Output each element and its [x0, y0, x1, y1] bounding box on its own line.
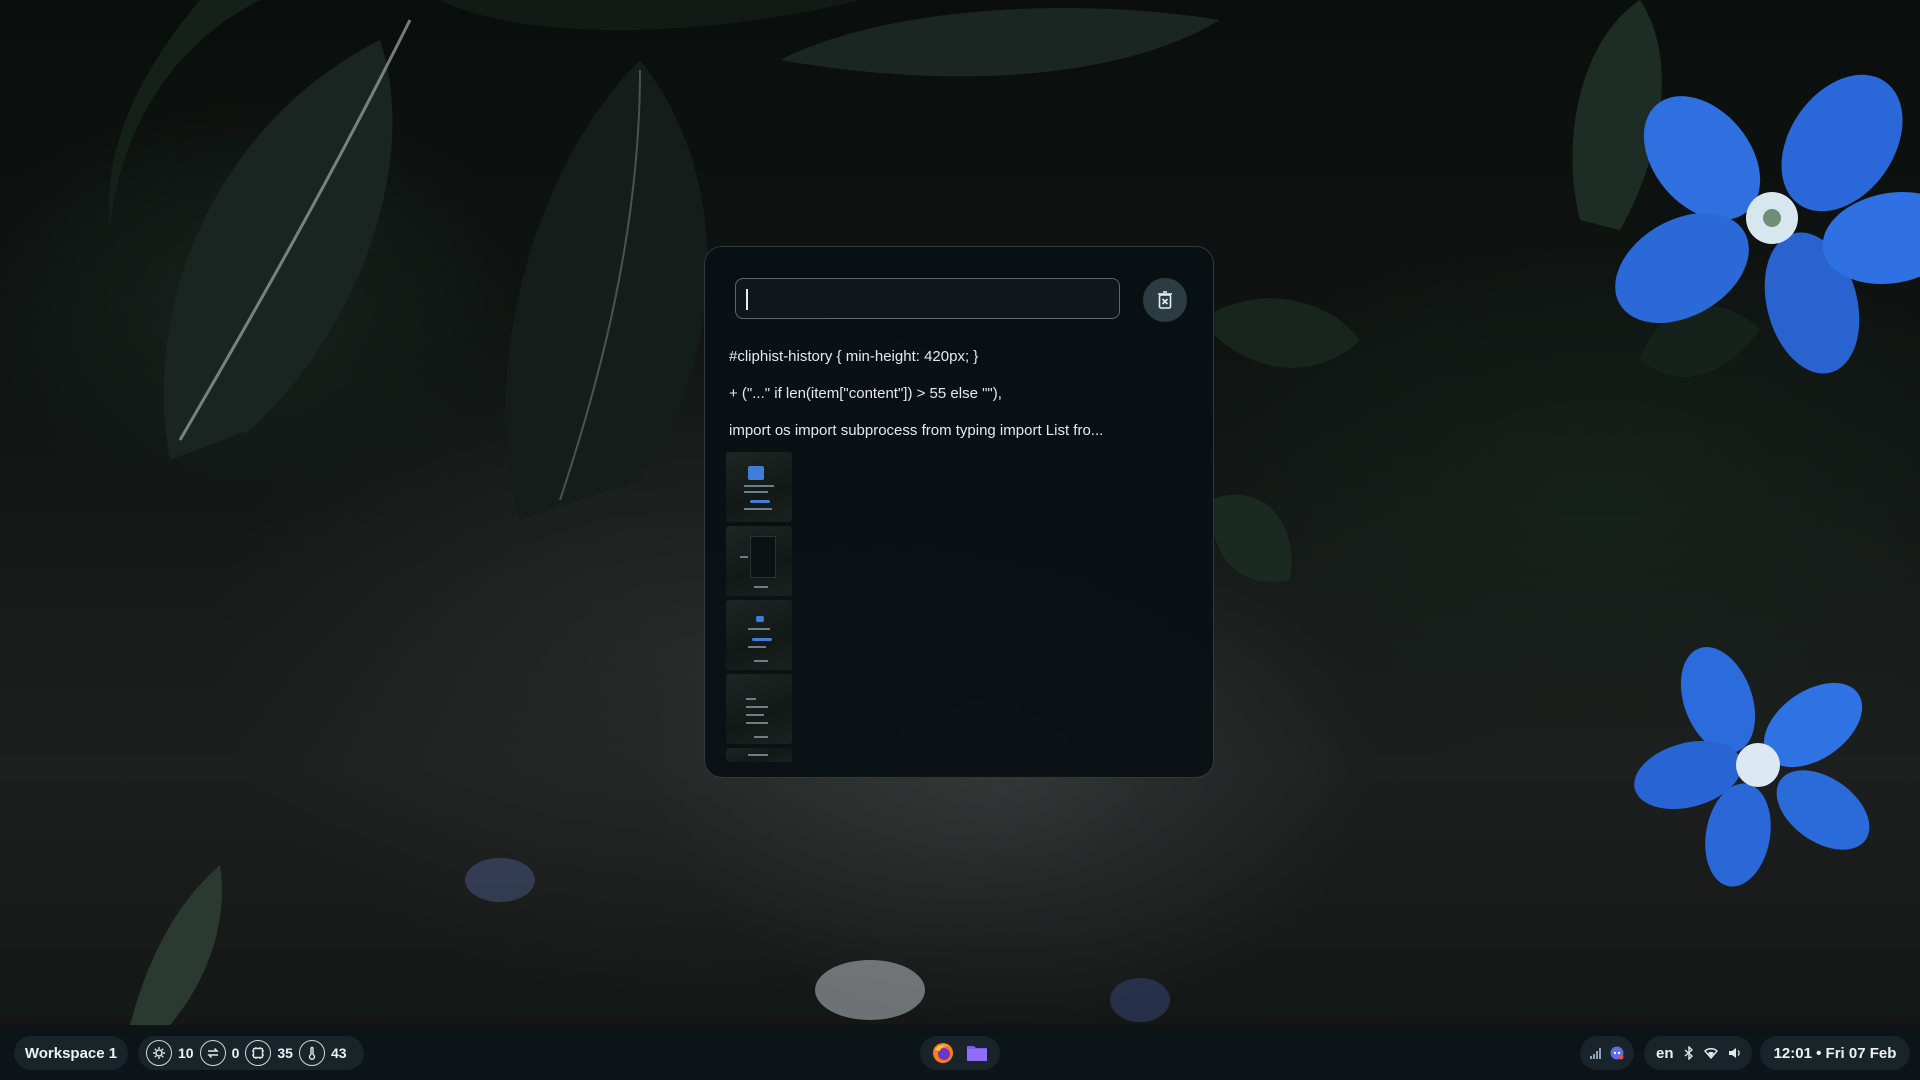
volume-icon — [1728, 1047, 1742, 1059]
app-dock — [920, 1036, 1000, 1070]
cpu-value: 10 — [178, 1045, 194, 1061]
memory-icon — [245, 1040, 272, 1066]
discord-icon[interactable] — [1610, 1046, 1624, 1060]
system-tray — [1580, 1036, 1634, 1070]
signal-icon[interactable] — [1590, 1047, 1602, 1059]
temperature-icon — [298, 1040, 325, 1066]
text-caret — [746, 289, 748, 310]
clipboard-search-input[interactable] — [735, 278, 1120, 319]
clock[interactable]: 12:01 • Fri 07 Feb — [1760, 1036, 1910, 1070]
files-icon[interactable] — [966, 1043, 988, 1063]
trash-x-icon — [1157, 291, 1173, 309]
clipboard-history-panel: #cliphist-history { min-height: 420px; }… — [704, 246, 1214, 778]
history-item-text[interactable]: import os import subprocess from typing … — [729, 422, 1103, 439]
firefox-icon[interactable] — [932, 1042, 954, 1064]
bluetooth-icon — [1684, 1046, 1694, 1060]
memory-value: 35 — [277, 1045, 293, 1061]
taskbar: Workspace 1 10 0 35 43 en 12:01 • Fri 07… — [0, 1025, 1920, 1080]
history-item-image[interactable] — [726, 526, 792, 596]
history-item-text[interactable]: + ("..." if len(item["content"]) > 55 el… — [729, 385, 1002, 402]
history-item-image[interactable] — [726, 452, 792, 522]
workspace-indicator[interactable]: Workspace 1 — [14, 1036, 128, 1070]
status-indicators[interactable]: en — [1644, 1036, 1752, 1070]
clear-history-button[interactable] — [1143, 278, 1187, 322]
history-item-image[interactable] — [726, 674, 792, 744]
temperature-value: 43 — [330, 1045, 347, 1061]
keyboard-layout: en — [1656, 1044, 1674, 1062]
swap-value: 0 — [231, 1045, 240, 1061]
wifi-icon — [1703, 1047, 1718, 1059]
workspace-label: Workspace 1 — [24, 1044, 118, 1062]
history-item-text[interactable]: #cliphist-history { min-height: 420px; } — [729, 348, 978, 365]
clock-text: 12:01 • Fri 07 Feb — [1773, 1044, 1897, 1062]
system-stats: 10 0 35 43 — [138, 1036, 364, 1070]
history-item-image[interactable] — [726, 600, 792, 670]
swap-icon — [199, 1040, 226, 1066]
history-item-image[interactable] — [726, 748, 792, 762]
cpu-icon — [146, 1040, 172, 1066]
